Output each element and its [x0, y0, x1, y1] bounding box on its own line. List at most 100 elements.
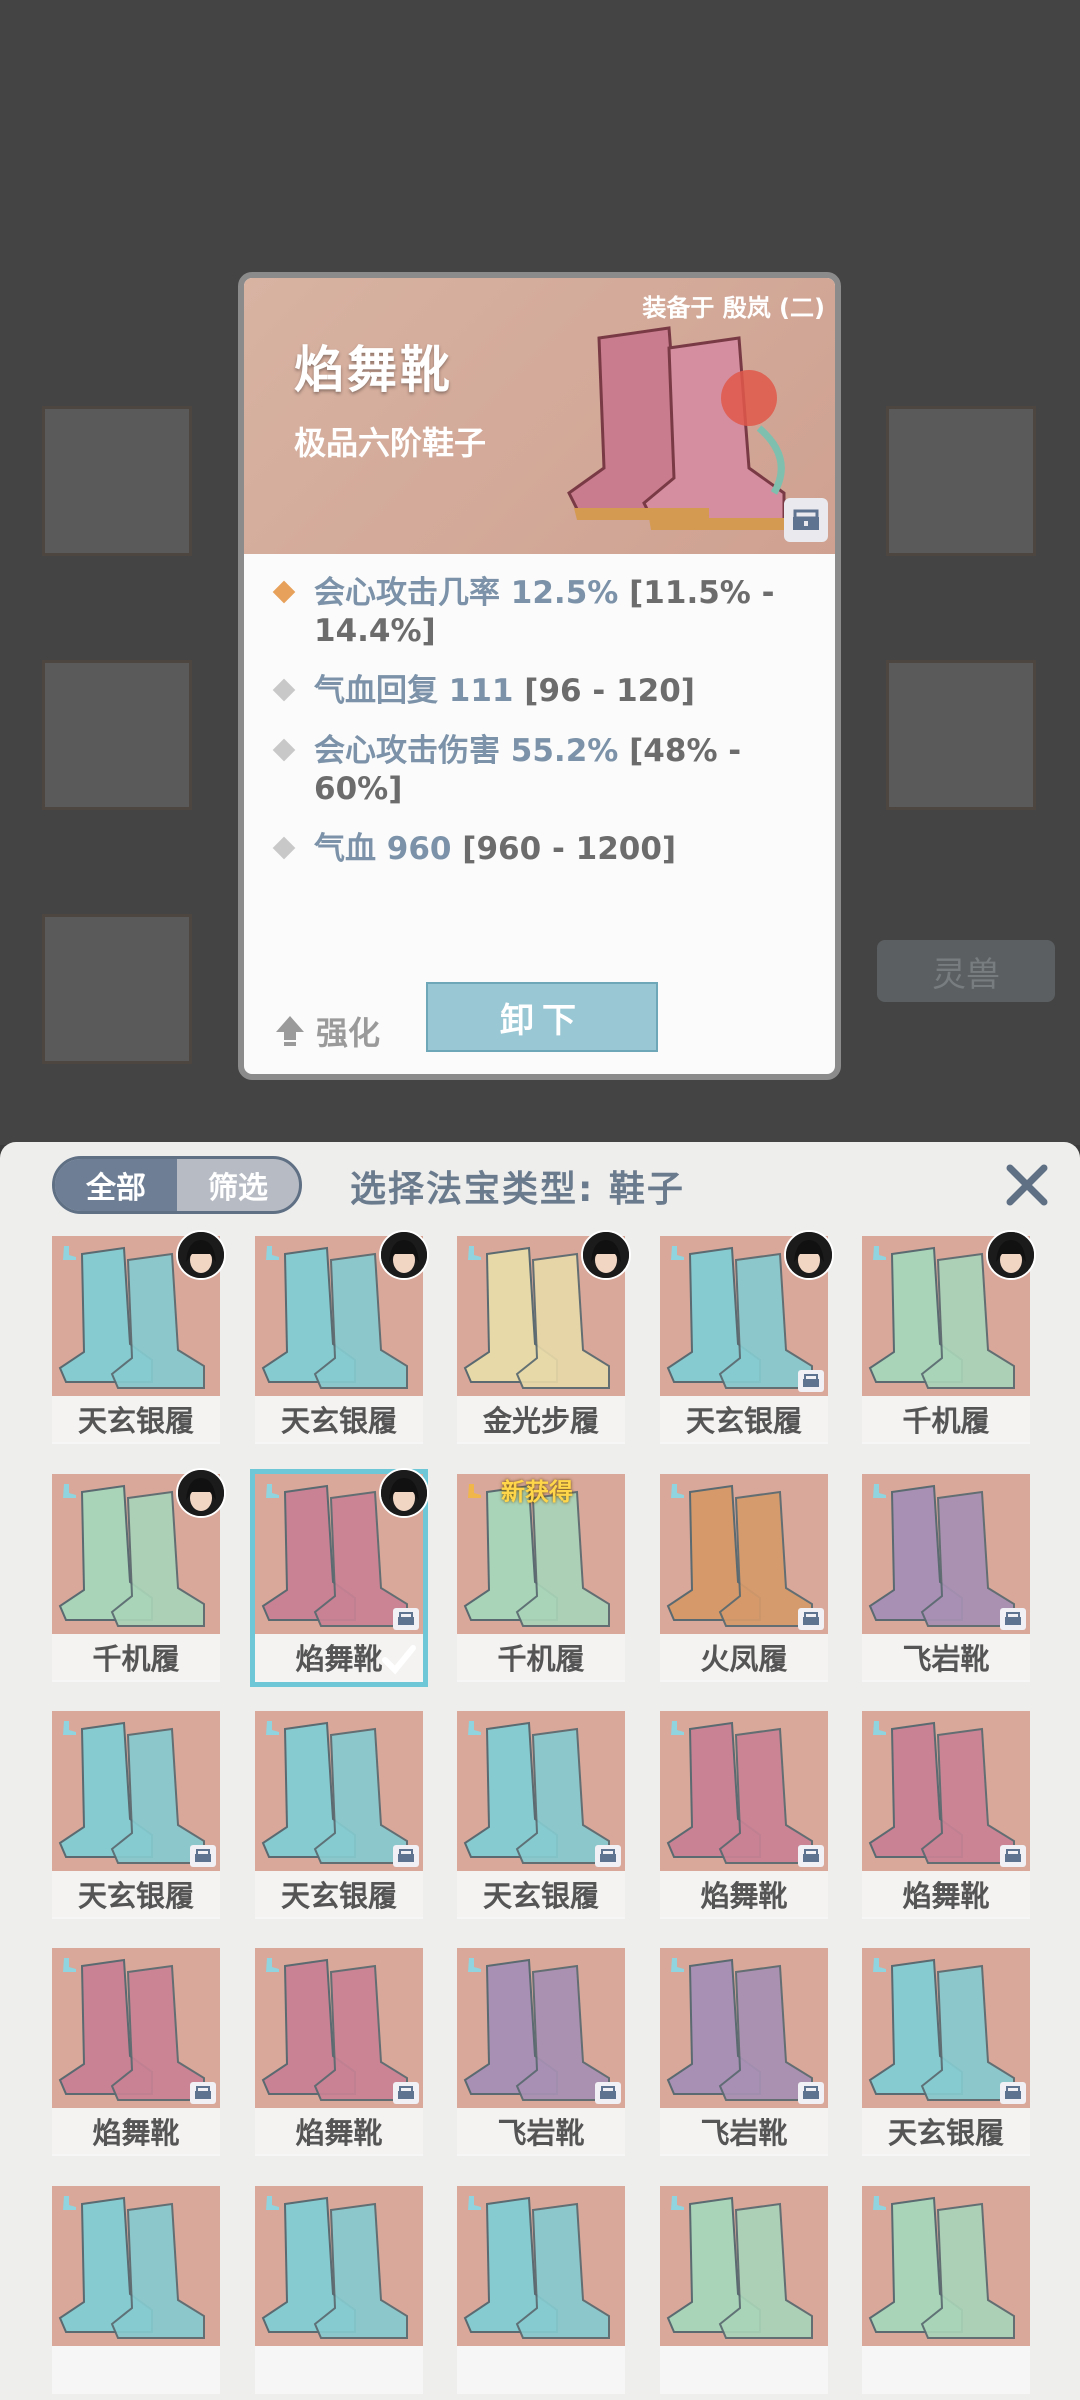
stat-value: 会心攻击几率 12.5%	[314, 575, 619, 611]
item-card-label: 飞岩靴	[862, 1634, 1030, 1680]
lock-icon	[595, 2082, 621, 2104]
stat-row: 会心攻击伤害 55.2% [48% - 60%]	[272, 732, 822, 808]
boots-type-icon	[866, 1952, 892, 1978]
item-card-label: 焰舞靴	[255, 2108, 423, 2154]
boots-type-icon	[56, 2190, 82, 2216]
panel-title: 选择法宝类型: 鞋子	[350, 1169, 685, 1210]
owner-avatar	[176, 1230, 226, 1280]
item-card[interactable]: 天玄银履	[457, 1711, 625, 1919]
item-card[interactable]: 千机履	[862, 1230, 1036, 1444]
item-card-label: 焰舞靴	[52, 2108, 220, 2154]
boots-type-icon	[56, 1240, 82, 1266]
item-card[interactable]	[52, 2186, 220, 2394]
lock-icon	[1000, 2082, 1026, 2104]
item-grade: 极品六阶鞋子	[294, 424, 487, 462]
equip-slot-weapon	[42, 406, 192, 556]
item-card-label: 飞岩靴	[660, 2108, 828, 2154]
lock-icon	[595, 1845, 621, 1867]
item-card-label: 千机履	[457, 1634, 625, 1680]
boots-type-icon	[664, 1478, 690, 1504]
lock-icon	[798, 1370, 824, 1392]
item-card[interactable]: 千机履	[52, 1468, 226, 1682]
boots-type-icon	[56, 1715, 82, 1741]
item-card[interactable]: 焰舞靴	[250, 1468, 429, 1687]
item-card-label: 天玄银履	[255, 1396, 423, 1442]
item-card[interactable]	[457, 2186, 625, 2394]
stat-range: [96 - 120]	[513, 673, 695, 709]
item-card[interactable]: 天玄银履	[52, 1711, 220, 1919]
item-card[interactable]: 天玄银履	[52, 1230, 226, 1444]
filter-screen-tab[interactable]: 筛选	[177, 1159, 299, 1211]
boots-type-icon	[259, 2190, 285, 2216]
item-card[interactable]: 火凤履	[660, 1474, 828, 1682]
owner-avatar	[379, 1468, 429, 1518]
stat-value: 气血 960	[314, 831, 452, 867]
strengthen-button[interactable]: 强化	[274, 1008, 380, 1054]
item-card[interactable]	[862, 2186, 1030, 2394]
equip-slot-pouch	[886, 660, 1036, 810]
item-card[interactable]: 飞岩靴	[457, 1948, 625, 2156]
lock-icon	[793, 509, 819, 530]
filter-segmented-control: 全部 筛选	[52, 1156, 302, 1214]
spirit-beast-tab: 灵兽	[877, 940, 1055, 1002]
boots-type-icon	[866, 2190, 892, 2216]
boots-type-icon	[461, 1952, 487, 1978]
boots-type-icon	[664, 1240, 690, 1266]
boots-artwork-icon	[567, 326, 786, 530]
item-card[interactable]: 天玄银履	[660, 1230, 834, 1444]
unequip-button[interactable]: 卸下	[426, 982, 658, 1052]
item-card-label: 火凤履	[660, 1634, 828, 1680]
owner-avatar	[986, 1230, 1036, 1280]
item-card[interactable]: 天玄银履	[255, 1711, 423, 1919]
boots-type-icon	[56, 1952, 82, 1978]
equip-slot-armor	[42, 660, 192, 810]
item-card[interactable]: 金光步履	[457, 1230, 631, 1444]
item-card-label: 千机履	[52, 1634, 220, 1680]
boots-type-icon	[259, 1715, 285, 1741]
item-card[interactable]: 新获得 千机履	[457, 1474, 625, 1682]
arrow-up-icon	[276, 1016, 304, 1046]
item-card[interactable]: 天玄银履	[862, 1948, 1030, 2156]
lock-icon	[798, 1845, 824, 1867]
item-card[interactable]	[255, 2186, 423, 2394]
lock-icon	[190, 1845, 216, 1867]
owner-avatar	[784, 1230, 834, 1280]
item-card[interactable]: 飞岩靴	[660, 1948, 828, 2156]
equip-slot-accessory	[886, 406, 1036, 556]
diamond-bullet-icon	[272, 580, 296, 604]
item-card-label: 天玄银履	[660, 1396, 828, 1442]
item-card-label: 焰舞靴	[862, 1871, 1030, 1917]
item-card-label: 天玄银履	[52, 1871, 220, 1917]
item-detail-popup: 装备于 殷岚 (二) 焰舞靴 极品六阶鞋子 会心攻击几率 12.5% [11.5…	[238, 272, 841, 1080]
strengthen-label: 强化	[316, 1014, 381, 1052]
stat-value: 气血回复 111	[314, 673, 514, 709]
item-card-label: 金光步履	[457, 1396, 625, 1442]
lock-icon	[190, 2082, 216, 2104]
boots-type-icon	[664, 1952, 690, 1978]
item-card[interactable]: 飞岩靴	[862, 1474, 1030, 1682]
item-card[interactable]: 焰舞靴	[862, 1711, 1030, 1919]
item-card[interactable]: 焰舞靴	[52, 1948, 220, 2156]
item-card[interactable]: 焰舞靴	[660, 1711, 828, 1919]
item-card-label: 天玄银履	[457, 1871, 625, 1917]
boots-type-icon	[259, 1240, 285, 1266]
lock-icon	[393, 2082, 419, 2104]
stat-range: [960 - 1200]	[451, 831, 677, 867]
lock-icon	[798, 1608, 824, 1630]
item-card[interactable]: 焰舞靴	[255, 1948, 423, 2156]
stat-value: 会心攻击伤害 55.2%	[314, 733, 619, 769]
close-icon	[1006, 1164, 1048, 1206]
item-card[interactable]: 天玄银履	[255, 1230, 429, 1444]
lock-icon	[1000, 1845, 1026, 1867]
boots-type-icon	[461, 2190, 487, 2216]
owner-avatar	[176, 1468, 226, 1518]
item-card[interactable]	[660, 2186, 828, 2394]
close-button[interactable]	[1000, 1158, 1054, 1212]
item-card-label: 千机履	[862, 1396, 1030, 1442]
lock-icon	[393, 1608, 419, 1630]
lock-toggle-button[interactable]	[784, 498, 828, 542]
equip-slot-boots	[42, 914, 192, 1064]
owner-avatar	[379, 1230, 429, 1280]
filter-all-tab[interactable]: 全部	[55, 1159, 177, 1211]
item-name: 焰舞靴	[294, 341, 453, 399]
